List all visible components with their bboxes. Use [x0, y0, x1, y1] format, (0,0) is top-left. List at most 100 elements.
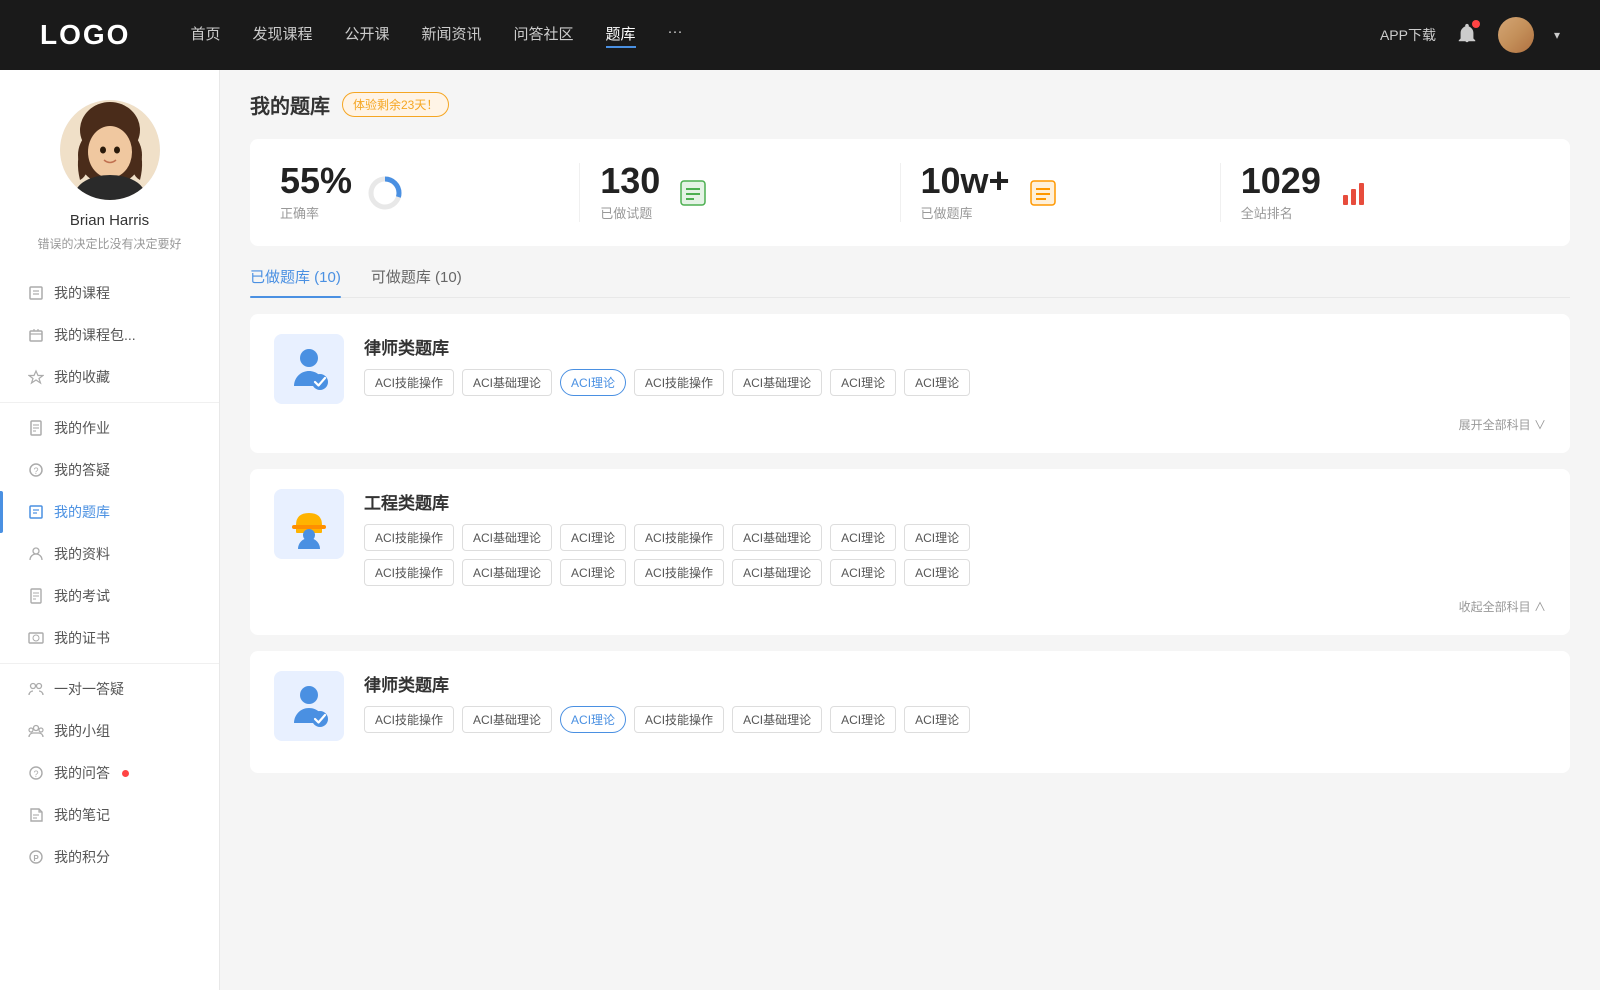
tag-3-4[interactable]: ACI基础理论: [732, 706, 822, 733]
svg-text:?: ?: [33, 466, 38, 476]
tab-done-banks[interactable]: 已做题库 (10): [250, 266, 341, 297]
tab-available-banks[interactable]: 可做题库 (10): [371, 266, 462, 297]
nav-qa[interactable]: 问答社区: [514, 23, 574, 48]
tag-1-1[interactable]: ACI基础理论: [462, 369, 552, 396]
bank-card-lawyer-1: 律师类题库 ACI技能操作 ACI基础理论 ACI理论 ACI技能操作 ACI基…: [250, 314, 1570, 453]
sidebar-label-qanda: 我的答疑: [54, 460, 110, 480]
tag-3-6[interactable]: ACI理论: [904, 706, 970, 733]
tag-2b-6[interactable]: ACI理论: [904, 559, 970, 586]
nav-qbank[interactable]: 题库: [606, 23, 636, 48]
stats-card: 55% 正确率 130 已做试题: [250, 139, 1570, 246]
tag-3-2[interactable]: ACI理论: [560, 706, 626, 733]
donut-chart: [366, 174, 404, 212]
tag-2a-0[interactable]: ACI技能操作: [364, 524, 454, 551]
collapse-link-2[interactable]: 收起全部科目 ∧: [274, 598, 1546, 615]
notification-bell[interactable]: [1456, 22, 1478, 49]
sidebar-item-one-on-one[interactable]: 一对一答疑: [0, 668, 219, 710]
sidebar-item-package[interactable]: 我的课程包...: [0, 314, 219, 356]
lawyer-icon-svg-2: [284, 681, 334, 731]
nav-more[interactable]: ···: [668, 23, 683, 48]
profile-icon: [28, 546, 44, 562]
tag-2b-3[interactable]: ACI技能操作: [634, 559, 724, 586]
user-dropdown-arrow[interactable]: ▾: [1554, 28, 1560, 42]
sidebar-divider-2: [0, 663, 219, 664]
bank-card-engineer: 工程类题库 ACI技能操作 ACI基础理论 ACI理论 ACI技能操作 ACI基…: [250, 469, 1570, 635]
tag-2a-4[interactable]: ACI基础理论: [732, 524, 822, 551]
svg-text:?: ?: [33, 769, 38, 779]
notes-stat-icon: [1027, 177, 1059, 209]
tag-2b-1[interactable]: ACI基础理论: [462, 559, 552, 586]
bank-card-header-2: 工程类题库 ACI技能操作 ACI基础理论 ACI理论 ACI技能操作 ACI基…: [274, 489, 1546, 586]
tag-2b-2[interactable]: ACI理论: [560, 559, 626, 586]
tag-1-3[interactable]: ACI技能操作: [634, 369, 724, 396]
tag-2a-1[interactable]: ACI基础理论: [462, 524, 552, 551]
tag-1-2[interactable]: ACI理论: [560, 369, 626, 396]
stat-done-text: 130 已做试题: [600, 163, 660, 222]
expand-link-1[interactable]: 展开全部科目 ∨: [274, 416, 1546, 433]
qa-icon: ?: [28, 765, 44, 781]
tag-3-3[interactable]: ACI技能操作: [634, 706, 724, 733]
navbar-links: 首页 发现课程 公开课 新闻资讯 问答社区 题库 ···: [190, 23, 1340, 48]
qa-red-dot: [122, 770, 129, 777]
stat-banks-label: 已做题库: [921, 203, 1010, 222]
nav-news[interactable]: 新闻资讯: [422, 23, 482, 48]
tag-1-0[interactable]: ACI技能操作: [364, 369, 454, 396]
sidebar-item-qbank[interactable]: 我的题库: [0, 491, 219, 533]
tag-2a-3[interactable]: ACI技能操作: [634, 524, 724, 551]
sidebar-item-myqa[interactable]: ? 我的问答: [0, 752, 219, 794]
tag-2a-2[interactable]: ACI理论: [560, 524, 626, 551]
tag-2b-5[interactable]: ACI理论: [830, 559, 896, 586]
nav-open-course[interactable]: 公开课: [344, 23, 389, 48]
bank-icon-lawyer-2: [274, 671, 344, 741]
notification-dot: [1472, 20, 1480, 28]
list-icon: [677, 177, 709, 209]
tag-3-0[interactable]: ACI技能操作: [364, 706, 454, 733]
bank-title-1: 律师类题库: [364, 334, 1546, 359]
tags-row-3: ACI技能操作 ACI基础理论 ACI理论 ACI技能操作 ACI基础理论 AC…: [364, 706, 1546, 733]
nav-discover[interactable]: 发现课程: [252, 23, 312, 48]
sidebar-item-homework[interactable]: 我的作业: [0, 407, 219, 449]
sidebar-label-homework: 我的作业: [54, 418, 110, 438]
sidebar-item-exam[interactable]: 我的考试: [0, 575, 219, 617]
bar-chart-icon: [1338, 177, 1370, 209]
sidebar-label-exam: 我的考试: [54, 586, 110, 606]
tag-3-5[interactable]: ACI理论: [830, 706, 896, 733]
tag-3-1[interactable]: ACI基础理论: [462, 706, 552, 733]
question-circle-icon: ?: [28, 462, 44, 478]
app-download-link[interactable]: APP下载: [1380, 25, 1436, 45]
sidebar-label-points: 我的积分: [54, 847, 110, 867]
group-icon: [28, 723, 44, 739]
tag-1-4[interactable]: ACI基础理论: [732, 369, 822, 396]
sidebar-item-points[interactable]: P 我的积分: [0, 836, 219, 878]
sidebar-avatar-wrap: [60, 100, 160, 200]
sidebar-item-courses[interactable]: 我的课程: [0, 272, 219, 314]
avatar-image: [1498, 17, 1534, 53]
sidebar-item-profile[interactable]: 我的资料: [0, 533, 219, 575]
sidebar-item-qanda[interactable]: ? 我的答疑: [0, 449, 219, 491]
sidebar-item-group[interactable]: 我的小组: [0, 710, 219, 752]
navbar: LOGO 首页 发现课程 公开课 新闻资讯 问答社区 题库 ··· APP下载 …: [0, 0, 1600, 70]
tag-2a-6[interactable]: ACI理论: [904, 524, 970, 551]
bank-content-1: 律师类题库 ACI技能操作 ACI基础理论 ACI理论 ACI技能操作 ACI基…: [364, 334, 1546, 396]
sidebar-item-favorites[interactable]: 我的收藏: [0, 356, 219, 398]
courses-icon: [28, 285, 44, 301]
nav-home[interactable]: 首页: [190, 23, 220, 48]
tag-2a-5[interactable]: ACI理论: [830, 524, 896, 551]
bank-icon-engineer: [274, 489, 344, 559]
user-avatar[interactable]: [1498, 17, 1534, 53]
tag-2b-0[interactable]: ACI技能操作: [364, 559, 454, 586]
tag-1-6[interactable]: ACI理论: [904, 369, 970, 396]
stat-banks-text: 10w+ 已做题库: [921, 163, 1010, 222]
sidebar-item-notes[interactable]: 我的笔记: [0, 794, 219, 836]
sidebar-label-favorites: 我的收藏: [54, 367, 110, 387]
sidebar-label-package: 我的课程包...: [54, 325, 136, 345]
stat-accuracy-icon: [366, 174, 404, 212]
stat-accuracy-label: 正确率: [280, 203, 352, 222]
sidebar-label-group: 我的小组: [54, 721, 110, 741]
sidebar-item-certificate[interactable]: 我的证书: [0, 617, 219, 659]
stat-rank-text: 1029 全站排名: [1241, 163, 1321, 222]
svg-text:P: P: [33, 854, 39, 863]
main-content: 我的题库 体验剩余23天！ 55% 正确率: [220, 70, 1600, 990]
tag-1-5[interactable]: ACI理论: [830, 369, 896, 396]
tag-2b-4[interactable]: ACI基础理论: [732, 559, 822, 586]
